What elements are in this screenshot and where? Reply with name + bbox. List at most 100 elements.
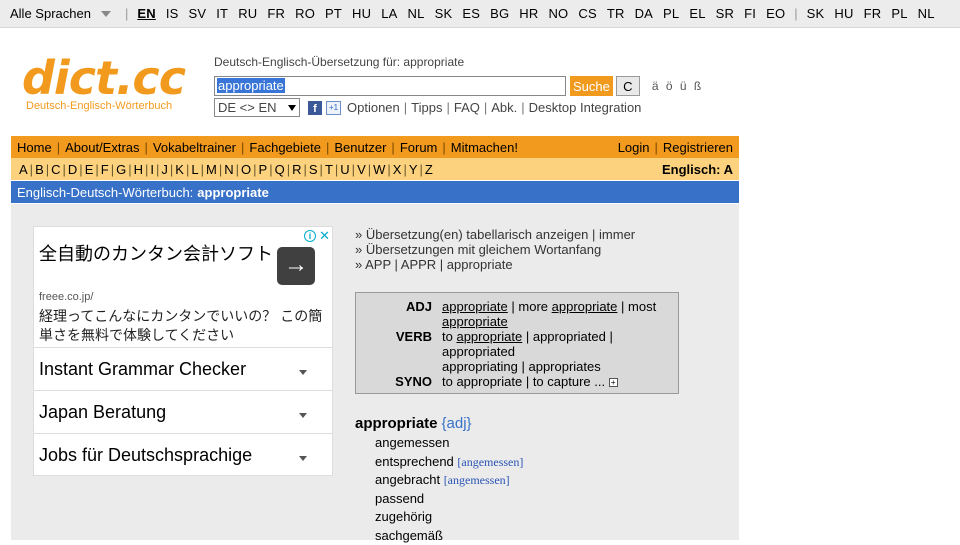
synonyms-link[interactable]: to appropriate | to capture ... (442, 374, 605, 389)
google-plus-icon[interactable]: +1 (326, 101, 341, 115)
nav-item[interactable]: Login (618, 140, 650, 155)
ad-row[interactable]: Japan Beratung (34, 390, 332, 433)
language-link-nl[interactable]: NL (918, 6, 935, 21)
form-link[interactable]: appropriate (442, 299, 508, 314)
language-link-ro[interactable]: RO (295, 6, 315, 21)
desktop-integration-link[interactable]: Desktop Integration (529, 100, 642, 115)
tips-link[interactable]: Tipps (411, 100, 442, 115)
alphabet-letter[interactable]: G (116, 162, 126, 177)
language-link-la[interactable]: LA (381, 6, 397, 21)
nav-item[interactable]: Fachgebiete (249, 140, 321, 155)
direction-select[interactable]: DE <> EN (214, 98, 300, 117)
language-link-da[interactable]: DA (635, 6, 653, 21)
language-link-pt[interactable]: PT (325, 6, 342, 21)
language-link-hr[interactable]: HR (519, 6, 538, 21)
expand-icon[interactable]: + (609, 378, 618, 387)
same-prefix-link[interactable]: » Übersetzungen mit gleichem Wortanfang (355, 242, 635, 257)
nav-item[interactable]: Forum (400, 140, 438, 155)
nav-item[interactable]: Registrieren (663, 140, 733, 155)
nav-item[interactable]: About/Extras (65, 140, 139, 155)
alphabet-letter[interactable]: E (85, 162, 94, 177)
alphabet-letter[interactable]: I (150, 162, 154, 177)
ad-info-icon[interactable]: i (304, 230, 316, 242)
language-link-pl[interactable]: PL (891, 6, 907, 21)
translation-text[interactable]: sachgemäß (375, 528, 443, 543)
alphabet-letter[interactable]: U (340, 162, 349, 177)
facebook-icon[interactable]: f (308, 101, 322, 115)
umlaut-buttons[interactable]: ä ö ü ß (652, 79, 703, 93)
translation-text[interactable]: zugehörig (375, 509, 432, 524)
language-link-nl[interactable]: NL (408, 6, 425, 21)
alphabet-letter[interactable]: N (224, 162, 233, 177)
language-link-fr[interactable]: FR (267, 6, 285, 21)
language-link-pl[interactable]: PL (663, 6, 679, 21)
language-link-fi[interactable]: FI (744, 6, 756, 21)
search-button[interactable]: Suche (570, 76, 613, 96)
clear-button[interactable]: C (616, 76, 640, 96)
translation-text[interactable]: angemessen (375, 435, 449, 450)
language-link-bg[interactable]: BG (490, 6, 509, 21)
abbreviations-link[interactable]: Abk. (491, 100, 517, 115)
translation-text[interactable]: passend (375, 491, 424, 506)
alphabet-letter[interactable]: D (68, 162, 77, 177)
alphabet-letter[interactable]: R (292, 162, 301, 177)
language-link-fr[interactable]: FR (864, 6, 882, 21)
language-link-is[interactable]: IS (166, 6, 179, 21)
alphabet-letter[interactable]: P (259, 162, 268, 177)
alphabet-letter[interactable]: V (357, 162, 366, 177)
nav-item[interactable]: Vokabeltrainer (153, 140, 236, 155)
language-link-es[interactable]: ES (462, 6, 480, 21)
ad-row[interactable]: Jobs für Deutschsprachige (34, 433, 332, 476)
alphabet-letter[interactable]: J (161, 162, 168, 177)
language-link-cs[interactable]: CS (578, 6, 596, 21)
alphabet-letter[interactable]: Y (409, 162, 418, 177)
alphabet-letter[interactable]: W (373, 162, 385, 177)
logo[interactable]: dict.cc Deutsch-Englisch-Wörterbuch (22, 55, 212, 112)
search-input[interactable]: appropriate (214, 76, 566, 96)
alphabet-letter[interactable]: S (309, 162, 318, 177)
alphabet-letter[interactable]: X (393, 162, 402, 177)
table-view-link[interactable]: » Übersetzung(en) tabellarisch anzeigen … (355, 227, 635, 242)
nav-item[interactable]: Home (17, 140, 52, 155)
alphabet-letter[interactable]: K (175, 162, 184, 177)
faq-link[interactable]: FAQ (454, 100, 480, 115)
translation-text[interactable]: angebracht (375, 472, 440, 487)
form-link[interactable]: appropriate (456, 329, 522, 344)
language-link-en[interactable]: EN (137, 6, 155, 21)
close-icon[interactable]: ✕ (319, 228, 330, 244)
alphabet-letter[interactable]: L (191, 162, 198, 177)
language-link-hu[interactable]: HU (834, 6, 853, 21)
translation-text[interactable]: entsprechend (375, 454, 454, 469)
form-link[interactable]: appropriate (442, 314, 508, 329)
nav-item[interactable]: Mitmachen! (451, 140, 518, 155)
language-link-tr[interactable]: TR (607, 6, 625, 21)
alphabet-letter[interactable]: F (101, 162, 109, 177)
alphabet-letter[interactable]: B (35, 162, 44, 177)
language-link-sv[interactable]: SV (189, 6, 207, 21)
arrow-right-icon[interactable]: → (277, 247, 315, 285)
language-link-ru[interactable]: RU (238, 6, 257, 21)
language-link-it[interactable]: IT (216, 6, 228, 21)
alphabet-letter[interactable]: O (241, 162, 251, 177)
ad-row[interactable]: Instant Grammar Checker (34, 347, 332, 390)
prefix-nav-link[interactable]: » APP | APPR | appropriate (355, 257, 635, 272)
language-link-sr[interactable]: SR (716, 6, 734, 21)
language-selector[interactable]: Alle Sprachen (10, 6, 91, 21)
alphabet-letter[interactable]: Q (275, 162, 285, 177)
ad-headline[interactable]: 全自動のカンタン会計ソフト (39, 243, 279, 265)
form-link[interactable]: appropriate (552, 299, 618, 314)
language-link-sk[interactable]: SK (807, 6, 825, 21)
language-link-eo[interactable]: EO (766, 6, 785, 21)
alphabet-letter[interactable]: T (325, 162, 333, 177)
alphabet-letter[interactable]: A (19, 162, 28, 177)
chevron-down-icon[interactable] (101, 11, 111, 17)
alphabet-letter[interactable]: Z (425, 162, 433, 177)
entry-word[interactable]: appropriate (355, 415, 438, 432)
alphabet-letter[interactable]: C (51, 162, 60, 177)
language-link-no[interactable]: NO (548, 6, 568, 21)
alphabet-letter[interactable]: M (206, 162, 217, 177)
options-link[interactable]: Optionen (347, 100, 400, 115)
language-link-hu[interactable]: HU (352, 6, 371, 21)
advertisement[interactable]: i ✕ 全自動のカンタン会計ソフト → freee.co.jp/ 経理ってこんな… (33, 226, 333, 476)
language-link-el[interactable]: EL (689, 6, 705, 21)
